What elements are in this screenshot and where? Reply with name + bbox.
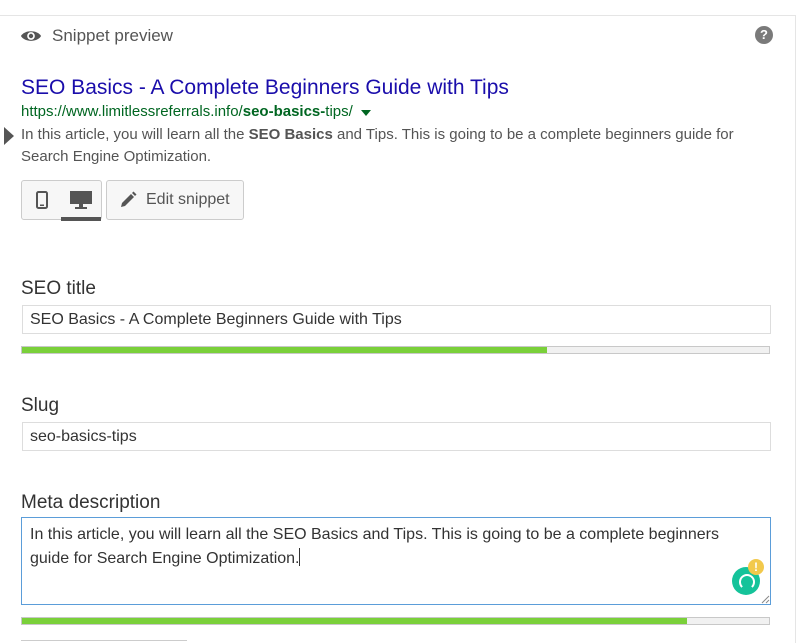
panel-top-border <box>0 15 796 16</box>
slug-input[interactable]: seo-basics-tips <box>22 422 771 451</box>
snippet-preview-header[interactable]: Snippet preview <box>20 25 173 47</box>
mobile-preview-button[interactable] <box>22 181 61 219</box>
next-button-edge[interactable] <box>21 640 187 644</box>
pencil-icon <box>121 191 137 207</box>
preview-mode-toggle <box>21 180 102 221</box>
caret-down-icon[interactable] <box>360 109 371 116</box>
snippet-url-base: https://www.limitlessreferrals.info/ <box>21 103 243 120</box>
meta-description-text: In this article, you will learn all the … <box>30 526 719 567</box>
seo-title-progress-fill <box>22 347 548 353</box>
mobile-icon <box>35 191 48 209</box>
snippet-desc-part1: In this article, you will learn all the <box>21 126 249 143</box>
seo-title-input[interactable]: SEO Basics - A Complete Beginners Guide … <box>22 305 771 334</box>
desktop-preview-button[interactable] <box>61 181 101 221</box>
panel-right-border <box>795 15 796 643</box>
desktop-icon <box>69 191 92 209</box>
help-icon[interactable]: ? <box>755 26 773 44</box>
slug-label: Slug <box>21 395 60 416</box>
meta-description-textarea[interactable]: In this article, you will learn all the … <box>21 517 771 605</box>
resize-handle-icon[interactable] <box>760 594 770 604</box>
snippet-preview-title: Snippet preview <box>52 26 173 45</box>
snippet-url-bold: seo-basics- <box>242 103 326 120</box>
eye-icon <box>20 31 42 41</box>
snippet-url-rest: tips/ <box>325 103 353 120</box>
edit-snippet-label: Edit snippet <box>146 191 230 208</box>
snippet-desc-bold: SEO Basics <box>248 126 333 143</box>
snippet-title-link[interactable]: SEO Basics - A Complete Beginners Guide … <box>21 76 509 100</box>
snippet-description: In this article, you will learn all the … <box>21 124 781 168</box>
seo-title-label: SEO title <box>21 278 96 299</box>
caret-right-icon <box>4 127 14 145</box>
edit-snippet-button[interactable]: Edit snippet <box>106 180 244 220</box>
meta-description-progress <box>21 617 770 625</box>
seo-title-progress <box>21 346 770 354</box>
snippet-url: https://www.limitlessreferrals.info/seo-… <box>21 103 371 120</box>
meta-description-progress-fill <box>22 618 687 624</box>
alert-badge-icon: ! <box>748 559 764 575</box>
meta-description-label: Meta description <box>21 492 161 513</box>
text-cursor <box>299 548 301 566</box>
